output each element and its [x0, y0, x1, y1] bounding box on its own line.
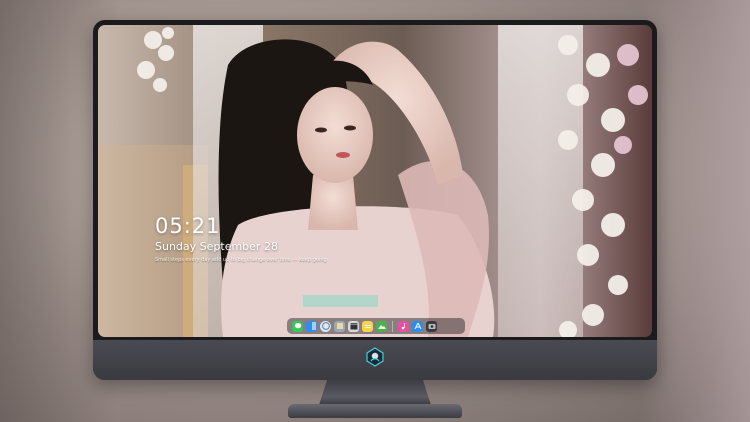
- clapper-icon[interactable]: [348, 320, 359, 332]
- finder-icon[interactable]: [306, 320, 317, 332]
- monitor: 05:21 Sunday September 28 Small steps ev…: [93, 20, 657, 380]
- preview-icon[interactable]: [334, 320, 345, 332]
- lock-screen-date: Sunday September 28: [155, 240, 278, 253]
- notes-icon[interactable]: [362, 320, 373, 332]
- dock: [287, 318, 465, 334]
- dock-separator: [392, 320, 393, 332]
- photos-icon[interactable]: [376, 320, 387, 332]
- monitor-stand-base: [288, 404, 462, 418]
- lock-screen: 05:21 Sunday September 28 Small steps ev…: [98, 25, 652, 337]
- appstore-icon[interactable]: [412, 320, 423, 332]
- safari-icon[interactable]: [320, 320, 331, 332]
- lock-screen-quote: Small steps every day add up to big chan…: [155, 257, 327, 263]
- itunes-icon[interactable]: [398, 320, 409, 332]
- lock-screen-clock: 05:21: [155, 214, 221, 238]
- monitor-chin: [93, 340, 657, 380]
- camera-icon[interactable]: [426, 320, 437, 332]
- messages-icon[interactable]: [292, 320, 303, 332]
- brand-logo-icon: [366, 347, 384, 367]
- wallpaper-image: [98, 25, 652, 337]
